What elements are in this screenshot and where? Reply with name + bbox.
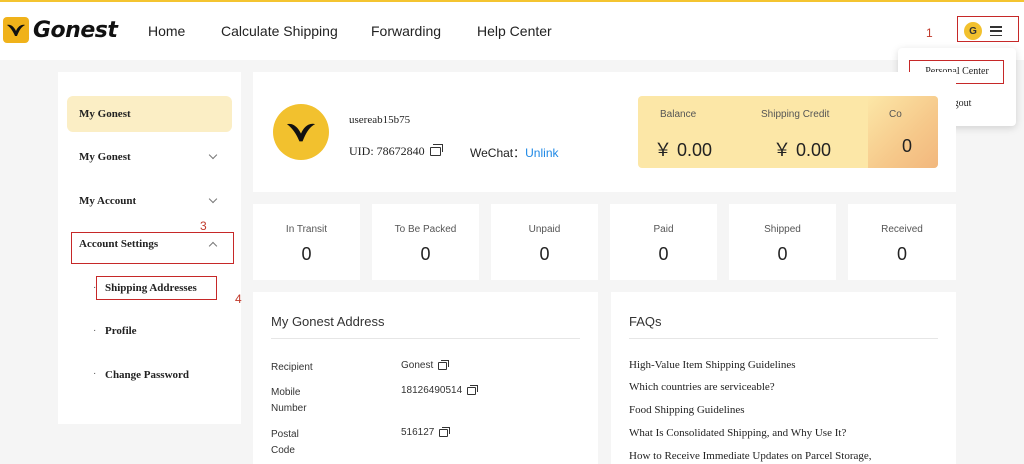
stat-value: 0 [658,244,669,264]
balance-panel: Balance ￥ 0.00 Shipping Credit ￥ 0.00 Co… [638,96,938,168]
uid-label: UID: [349,144,374,158]
mobile-value-row: 18126490514 [401,384,479,396]
annotation-4: 4 [235,292,242,306]
stat-label: Paid [653,224,674,235]
copy-icon[interactable] [467,384,479,395]
copy-icon[interactable] [439,426,451,437]
stat-card-shipped[interactable]: Shipped 0 [729,204,836,280]
chevron-down-icon [208,194,218,204]
logo-text: Gonest [33,17,118,43]
mobile-value: 18126490514 [401,385,463,396]
stat-label: To Be Packed [394,224,457,235]
stat-value: 0 [420,244,431,264]
faq-card: FAQs High-Value Item Shipping Guidelines… [611,292,956,464]
bullet-icon: · [93,368,97,379]
stat-value: 0 [539,244,550,264]
copy-icon[interactable] [429,144,443,156]
stat-label: Unpaid [528,224,561,235]
bird-logo-icon [3,17,29,43]
uid-row: UID: 78672840 [349,144,443,159]
faq-item[interactable]: High-Value Item Shipping Guidelines [629,359,796,371]
uid-value: 78672840 [376,144,425,158]
postal-value: 516127 [401,427,435,438]
sidebar-subitem-profile[interactable]: Profile [105,325,137,337]
stat-card-paid[interactable]: Paid 0 [610,204,717,280]
annotation-1: 1 [926,26,933,40]
stat-card-in-transit[interactable]: In Transit 0 [253,204,360,280]
stat-value: 0 [777,244,788,264]
postal-value-row: 516127 [401,426,451,438]
divider [629,338,938,339]
annotation-3: 3 [200,219,207,233]
profile-card: usereab15b75 UID: 78672840 WeChat：Unlink… [253,72,956,192]
address-card: My Gonest Address Recipient Gonest Mobil… [253,292,598,464]
stat-card-received[interactable]: Received 0 [848,204,956,280]
profile-avatar [273,104,329,160]
stat-card-unpaid[interactable]: Unpaid 0 [491,204,598,280]
stat-label: Shipped [764,224,801,235]
recipient-value-row: Gonest [401,359,450,371]
postal-label: Postal Code [271,429,299,456]
third-balance-value: 0 [902,136,913,156]
address-title: My Gonest Address [271,314,385,329]
wechat-label: WeChat： [470,146,526,160]
sidebar-item-my-gonest[interactable]: My Gonest [79,151,131,163]
stat-value: 0 [301,244,312,264]
header: Gonest Home Calculate Shipping Forwardin… [0,2,1024,60]
divider [271,338,580,339]
highlight-box-account-settings [71,232,234,264]
bullet-icon: · [93,325,97,336]
stat-value: 0 [896,244,907,264]
third-balance-label: Co [889,109,902,120]
faq-item[interactable]: Food Shipping Guidelines [629,404,745,416]
faq-item[interactable]: What Is Consolidated Shipping, and Why U… [629,427,846,439]
logo[interactable]: Gonest [3,17,118,43]
faq-item[interactable]: How to Receive Immediate Updates on Parc… [629,450,872,462]
faq-item[interactable]: Which countries are serviceable? [629,381,775,393]
sidebar-subitem-change-password[interactable]: Change Password [105,369,189,381]
nav-home[interactable]: Home [148,23,185,39]
stat-label: Received [881,224,923,235]
username: usereab15b75 [349,114,411,126]
balance-label: Balance [660,109,697,120]
nav-forwarding[interactable]: Forwarding [371,23,441,39]
nav-calculate-shipping[interactable]: Calculate Shipping [221,23,338,39]
shipping-credit-value: ￥ 0.00 [773,140,832,160]
recipient-value: Gonest [401,360,434,371]
highlight-box-shipping-addresses [96,276,217,300]
copy-icon[interactable] [438,359,450,370]
sidebar-item-my-account[interactable]: My Account [79,195,136,207]
wechat-unlink-link[interactable]: Unlink [525,146,558,160]
stat-card-to-be-packed[interactable]: To Be Packed 0 [372,204,479,280]
shipping-credit-label: Shipping Credit [761,109,830,120]
mobile-label: Mobile Number [271,387,307,414]
recipient-label: Recipient [271,362,313,373]
balance-value: ￥ 0.00 [654,140,713,160]
stat-label: In Transit [285,224,328,235]
wechat-row: WeChat：Unlink [470,144,559,161]
balance-decoration [868,96,938,168]
sidebar-item-my-gonest-active[interactable]: My Gonest [79,108,131,120]
chevron-down-icon [208,150,218,160]
nav-help-center[interactable]: Help Center [477,23,552,39]
faq-title: FAQs [629,314,662,329]
highlight-box-user-menu [957,16,1019,42]
